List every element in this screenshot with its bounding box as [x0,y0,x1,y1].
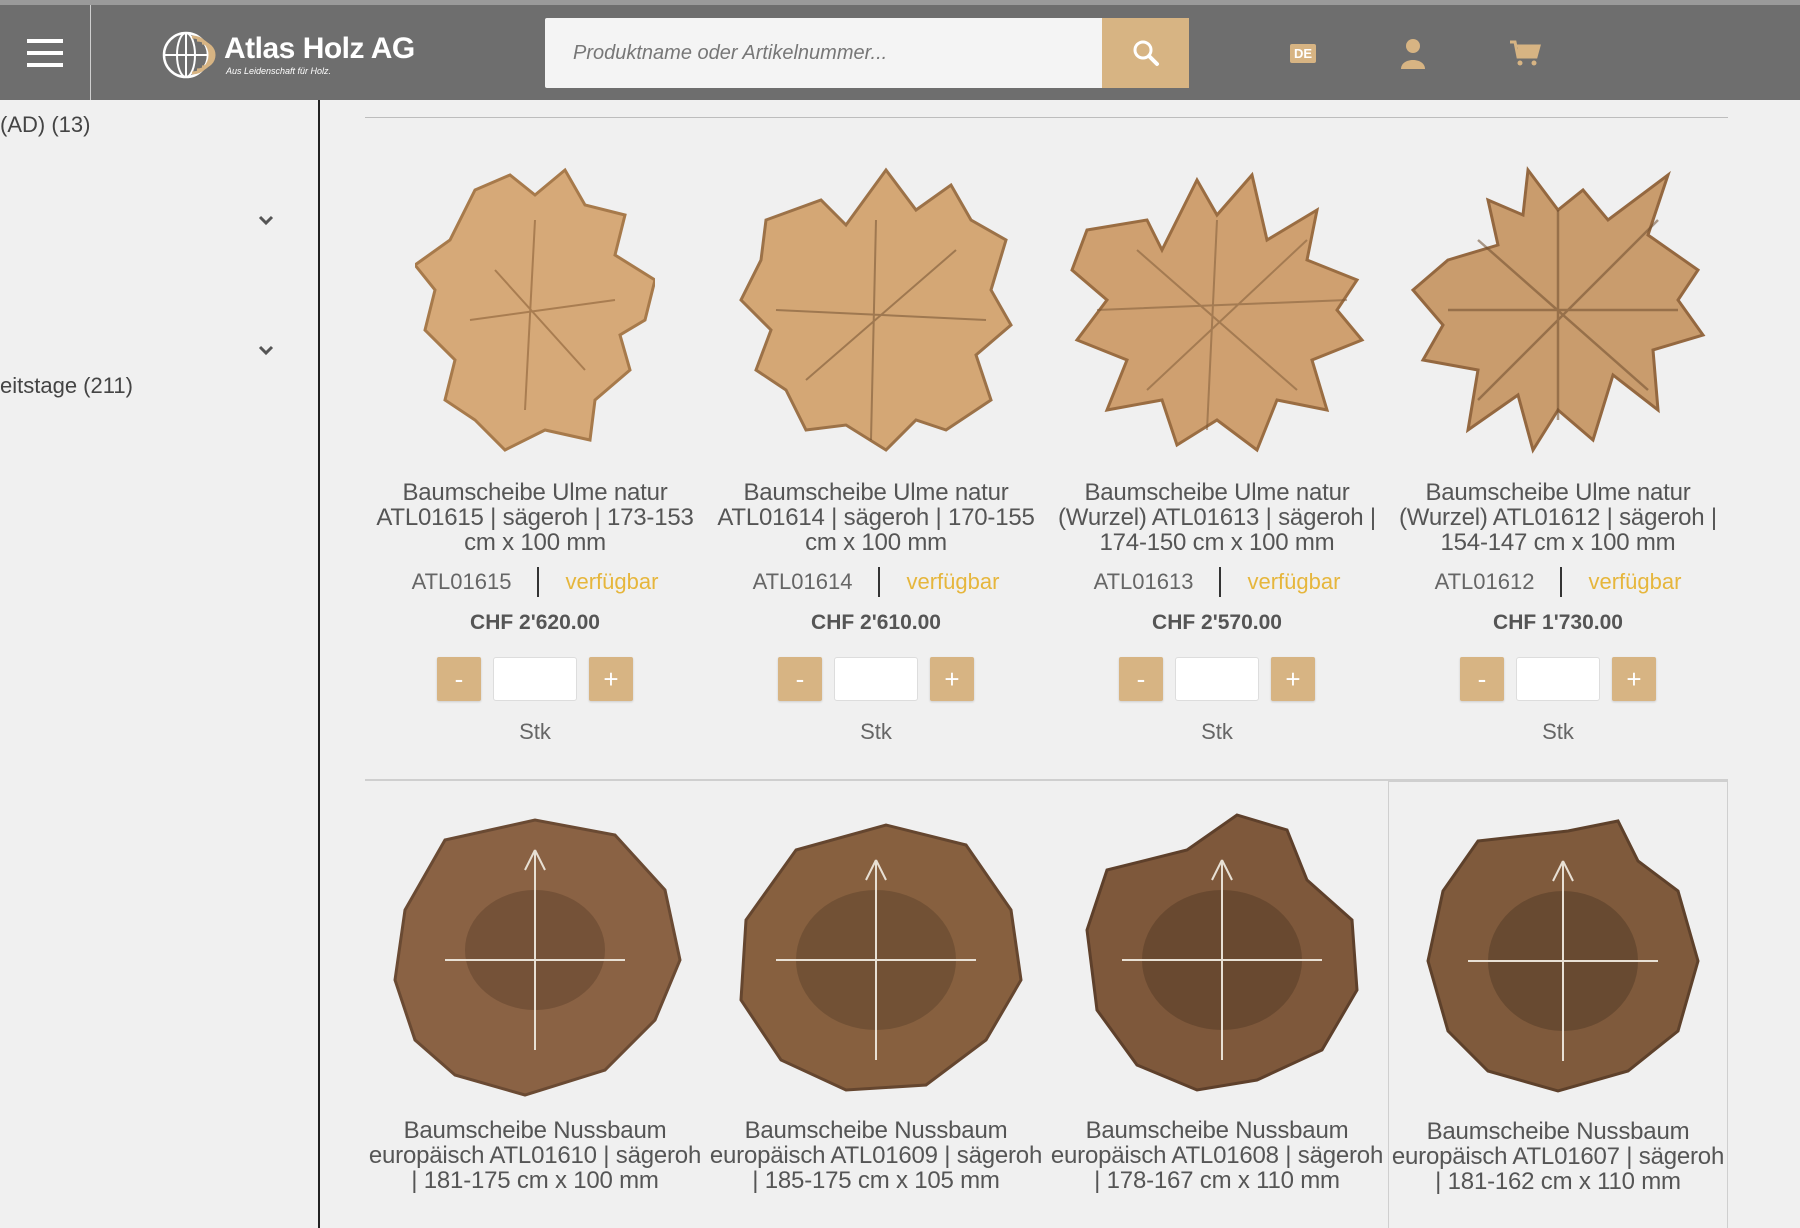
product-card[interactable]: Baumscheibe Nussbaum europäisch ATL01610… [365,810,705,1193]
product-card[interactable]: Baumscheibe Nussbaum europäisch ATL01608… [1047,810,1387,1193]
availability-status: verfügbar [565,569,659,594]
product-name[interactable]: Baumscheibe Ulme natur (Wurzel) ATL01613… [1055,480,1379,555]
unit-label: Stk [1542,719,1574,744]
product-sku: ATL01615 [411,569,512,594]
product-image[interactable] [1408,160,1708,460]
quantity-input[interactable] [493,657,577,701]
product-name[interactable]: Baumscheibe Ulme natur ATL01614 | sägero… [714,480,1038,555]
quantity-input[interactable] [834,657,918,701]
product-image[interactable] [726,810,1026,1100]
product-sku: ATL01612 [1434,569,1535,594]
menu-icon [27,38,63,67]
search-icon [1133,40,1159,66]
brand-logo[interactable]: Atlas Holz AG Aus Leidenschaft für Holz. [162,25,415,85]
product-sku: ATL01613 [1093,569,1194,594]
quantity-stepper: - + [1388,657,1728,701]
product-name[interactable]: Baumscheibe Ulme natur ATL01615 | sägero… [373,480,697,555]
product-card[interactable]: Baumscheibe Ulme natur ATL01615 | sägero… [365,160,705,745]
product-price: CHF 2'620.00 [470,611,600,634]
search-bar [545,18,1189,88]
increase-button[interactable]: + [589,657,633,701]
decrease-button[interactable]: - [1460,657,1504,701]
product-price: CHF 1'730.00 [1493,611,1623,634]
product-name[interactable]: Baumscheibe Nussbaum europäisch ATL01610… [365,1118,705,1193]
product-name[interactable]: Baumscheibe Nussbaum europäisch ATL01607… [1389,1119,1727,1194]
chevron-down-icon[interactable] [256,340,276,360]
product-image[interactable] [736,160,1016,460]
cart-icon [1510,40,1541,66]
product-image[interactable] [1067,160,1367,460]
product-sku: ATL01614 [752,569,853,594]
product-card[interactable]: Baumscheibe Nussbaum europäisch ATL01607… [1388,781,1728,1228]
availability-status: verfügbar [906,569,1000,594]
product-meta: ATL01612 verfügbar [1388,565,1728,599]
product-card[interactable]: Baumscheibe Ulme natur (Wurzel) ATL01612… [1388,160,1728,745]
user-icon [1401,39,1425,69]
chevron-down-icon[interactable] [256,210,276,230]
quantity-stepper: - + [365,657,705,701]
product-name[interactable]: Baumscheibe Nussbaum europäisch ATL01609… [706,1118,1046,1193]
increase-button[interactable]: + [1271,657,1315,701]
language-selector[interactable]: DE [1283,33,1323,73]
filter-item[interactable]: (AD) (13) [0,112,90,138]
product-image[interactable] [1408,811,1708,1101]
filter-sidebar: (AD) (13) eitstage (211) [0,100,320,1228]
search-input[interactable] [545,18,1102,88]
quantity-input[interactable] [1516,657,1600,701]
product-meta: ATL01613 verfügbar [1047,565,1387,599]
quantity-stepper: - + [1047,657,1387,701]
product-meta: ATL01614 verfügbar [706,565,1046,599]
brand-name: Atlas Holz AG [224,32,415,65]
product-image[interactable] [415,160,655,460]
filter-item[interactable]: eitstage (211) [0,373,133,399]
product-image[interactable] [385,810,685,1100]
decrease-button[interactable]: - [778,657,822,701]
availability-status: verfügbar [1247,569,1341,594]
unit-label: Stk [1201,719,1233,744]
account-button[interactable] [1393,33,1433,73]
language-badge: DE [1289,43,1317,63]
search-button[interactable] [1102,18,1189,88]
cart-button[interactable] [1505,33,1545,73]
increase-button[interactable]: + [930,657,974,701]
product-name[interactable]: Baumscheibe Ulme natur (Wurzel) ATL01612… [1396,480,1720,555]
product-card[interactable]: Baumscheibe Ulme natur (Wurzel) ATL01613… [1047,160,1387,745]
product-price: CHF 2'610.00 [811,611,941,634]
availability-status: verfügbar [1588,569,1682,594]
globe-logo-icon [162,31,216,79]
product-meta: ATL01615 verfügbar [365,565,705,599]
top-header: Atlas Holz AG Aus Leidenschaft für Holz.… [0,0,1800,100]
increase-button[interactable]: + [1612,657,1656,701]
quantity-stepper: - + [706,657,1046,701]
unit-label: Stk [860,719,892,744]
product-card[interactable]: Baumscheibe Ulme natur ATL01614 | sägero… [706,160,1046,745]
decrease-button[interactable]: - [437,657,481,701]
brand-tagline: Aus Leidenschaft für Holz. [226,66,332,76]
product-card[interactable]: Baumscheibe Nussbaum europäisch ATL01609… [706,810,1046,1193]
menu-button[interactable] [0,5,91,100]
unit-label: Stk [519,719,551,744]
decrease-button[interactable]: - [1119,657,1163,701]
divider [365,117,1728,118]
quantity-input[interactable] [1175,657,1259,701]
product-name[interactable]: Baumscheibe Nussbaum europäisch ATL01608… [1047,1118,1387,1193]
product-image[interactable] [1067,810,1367,1100]
product-price: CHF 2'570.00 [1152,611,1282,634]
